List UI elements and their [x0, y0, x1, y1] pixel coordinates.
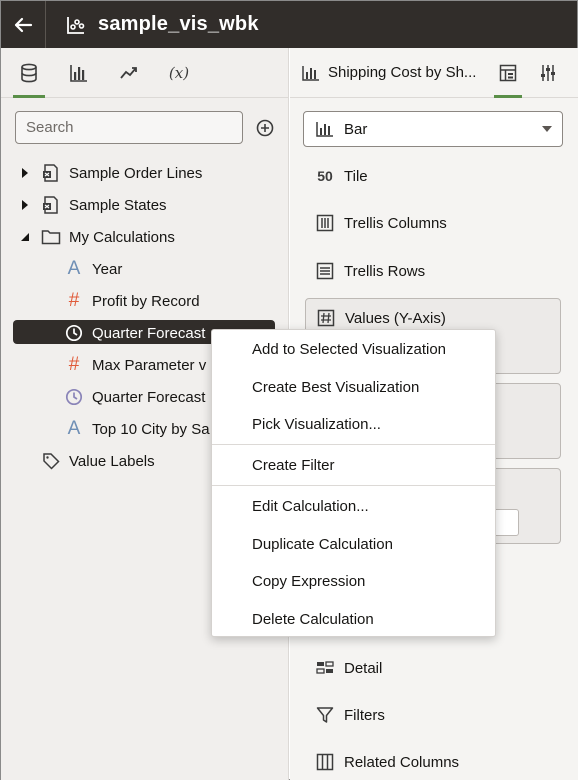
dataset-icon	[41, 195, 61, 215]
tree-item-label: Sample Order Lines	[69, 164, 203, 182]
menu-item-edit-calculation[interactable]: Edit Calculation...	[252, 498, 369, 515]
trellis-rows-icon	[315, 261, 335, 281]
values-icon	[316, 308, 336, 328]
menu-item-duplicate-calculation[interactable]: Duplicate Calculation	[252, 536, 393, 553]
funnel-icon	[315, 705, 335, 725]
calculations-tab-label: (x)	[168, 63, 190, 82]
viz-type-label: Bar	[344, 120, 368, 138]
arrow-left-icon	[14, 17, 33, 32]
viz-type-select[interactable]: Bar	[303, 111, 563, 147]
section-tile[interactable]: 50 Tile	[315, 166, 368, 186]
tree-item-label: Profit by Record	[92, 292, 200, 310]
trend-line-icon	[120, 66, 137, 79]
section-label: Related Columns	[344, 753, 460, 771]
workbook-icon	[67, 16, 85, 34]
title-bar: sample_vis_wbk	[1, 1, 577, 48]
caret-right-icon[interactable]	[19, 167, 31, 179]
add-data-button[interactable]	[255, 118, 275, 138]
section-filters[interactable]: Filters	[315, 705, 385, 725]
section-label: Tile	[344, 167, 368, 185]
workbook-title: sample_vis_wbk	[98, 13, 259, 35]
caret-down-icon[interactable]	[19, 231, 31, 243]
sliders-icon	[541, 64, 555, 81]
tree-item-profit-by-record[interactable]: # Profit by Record	[1, 285, 289, 317]
section-related-columns[interactable]: Related Columns	[315, 752, 459, 772]
tree-item-year[interactable]: A Year	[1, 253, 289, 285]
tree-item-label: Top 10 City by Sa	[92, 420, 210, 438]
menu-item-pick-visualization[interactable]: Pick Visualization...	[252, 416, 381, 433]
bar-chart-icon	[316, 122, 333, 137]
tree-item-sample-order-lines[interactable]: Sample Order Lines	[1, 157, 289, 189]
tab-properties[interactable]	[532, 49, 564, 97]
tab-data[interactable]	[9, 49, 49, 98]
detail-icon	[315, 658, 335, 678]
tag-icon	[41, 451, 61, 471]
tree-item-my-calculations[interactable]: My Calculations	[1, 221, 289, 253]
tree-item-label: My Calculations	[69, 228, 175, 246]
grammar-panel-tabs: Shipping Cost by Sh...	[290, 48, 578, 98]
section-label: Values (Y-Axis)	[345, 309, 446, 327]
tile-icon: 50	[317, 168, 333, 184]
section-values-y: Values (Y-Axis)	[316, 308, 446, 328]
measure-icon: #	[68, 290, 80, 311]
tree-item-sample-states[interactable]: Sample States	[1, 189, 289, 221]
section-trellis-columns[interactable]: Trellis Columns	[315, 213, 447, 233]
menu-item-create-best-visualization[interactable]: Create Best Visualization	[252, 379, 419, 396]
section-trellis-rows[interactable]: Trellis Rows	[315, 261, 425, 281]
tab-grammar[interactable]	[492, 49, 524, 98]
menu-item-add-to-selected-visualization[interactable]: Add to Selected Visualization	[252, 341, 446, 358]
attribute-icon: A	[67, 418, 81, 439]
menu-item-create-filter[interactable]: Create Filter	[252, 457, 335, 474]
section-label: Filters	[344, 706, 385, 724]
related-columns-icon	[315, 752, 335, 772]
tab-calculations[interactable]: (x)	[159, 49, 199, 97]
trellis-columns-icon	[315, 213, 335, 233]
attribute-icon: A	[67, 258, 81, 279]
menu-separator	[212, 444, 495, 445]
folder-icon	[41, 227, 61, 247]
section-label: Trellis Rows	[344, 262, 426, 280]
data-panel-tabs: (x)	[1, 48, 288, 98]
tree-item-label: Quarter Forecast	[92, 324, 206, 342]
database-icon	[21, 63, 37, 82]
viz-title[interactable]: Shipping Cost by Sh...	[302, 64, 492, 81]
clock-icon	[64, 387, 84, 407]
layout-icon	[499, 64, 517, 81]
measure-icon: #	[68, 354, 80, 375]
chevron-down-icon	[542, 126, 552, 132]
menu-item-copy-expression[interactable]: Copy Expression	[252, 573, 365, 590]
section-label: Detail	[344, 659, 383, 677]
search-input[interactable]	[15, 111, 243, 144]
menu-separator	[212, 485, 495, 486]
bar-chart-icon	[70, 64, 87, 82]
tree-item-label: Year	[92, 260, 123, 278]
dataset-icon	[41, 163, 61, 183]
tree-item-label: Sample States	[69, 196, 167, 214]
section-detail[interactable]: Detail	[315, 658, 382, 678]
tree-item-label: Value Labels	[69, 452, 155, 470]
tab-analytics[interactable]	[109, 49, 149, 97]
caret-right-icon[interactable]	[19, 199, 31, 211]
tab-visualizations[interactable]	[59, 49, 99, 97]
menu-item-delete-calculation[interactable]: Delete Calculation	[252, 611, 374, 628]
plus-circle-icon	[256, 119, 274, 136]
viz-title-label: Shipping Cost by Sh...	[328, 64, 477, 81]
search-row	[15, 111, 275, 144]
context-menu: Add to Selected Visualization Create Bes…	[211, 329, 496, 637]
back-button[interactable]	[1, 1, 46, 48]
tree-item-label: Quarter Forecast	[92, 388, 206, 406]
bar-chart-icon	[302, 65, 319, 81]
tree-item-label: Max Parameter v	[92, 356, 207, 374]
section-label: Trellis Columns	[344, 214, 447, 232]
clock-icon	[64, 323, 84, 343]
